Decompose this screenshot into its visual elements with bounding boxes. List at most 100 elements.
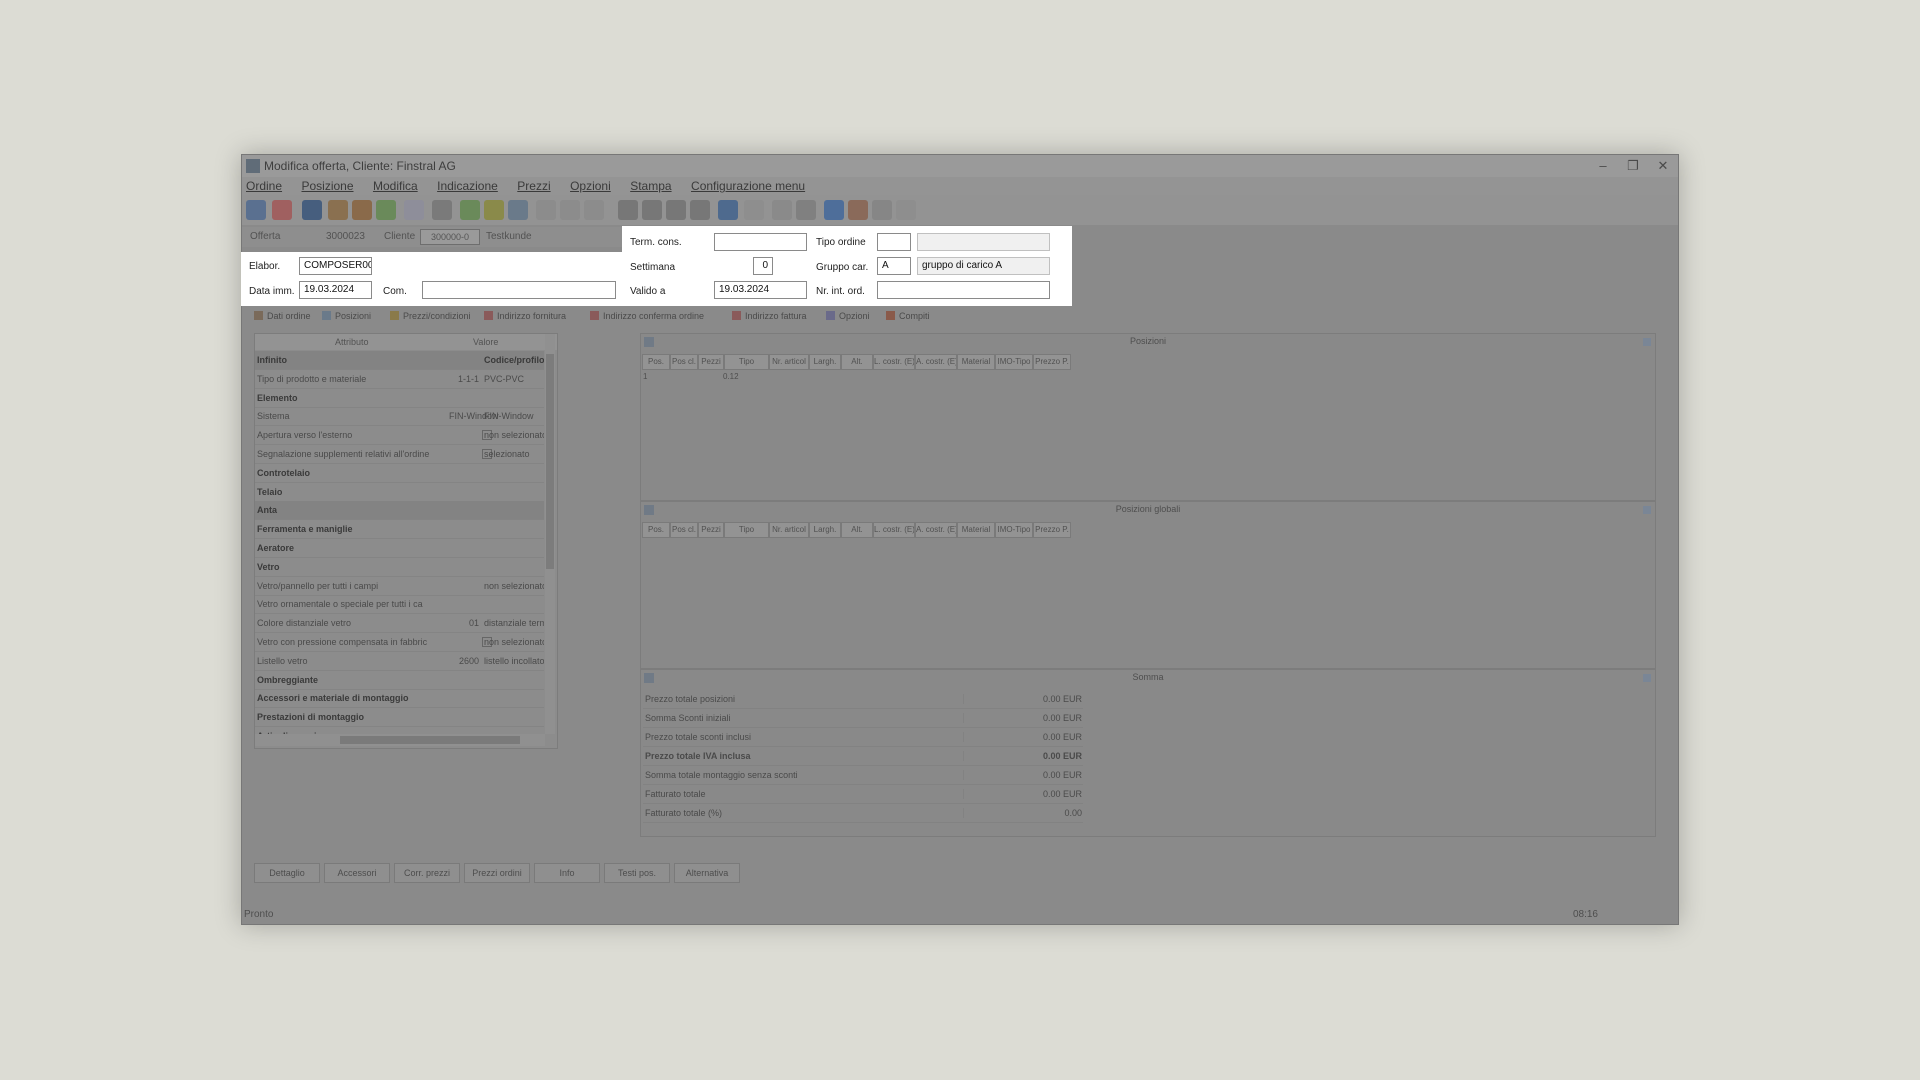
data-imm-field[interactable]: 19.03.2024: [299, 281, 372, 299]
testi-pos-button[interactable]: Testi pos.: [604, 863, 670, 883]
column-header[interactable]: Prezzo P.: [1033, 522, 1071, 538]
tools-icon[interactable]: [872, 200, 892, 220]
column-header[interactable]: Largh.: [809, 354, 841, 370]
column-header[interactable]: L. costr. (E): [873, 354, 915, 370]
column-header[interactable]: Pos.: [642, 354, 670, 370]
attribute-row[interactable]: Sistema FIN-Window FIN-Window: [255, 407, 544, 427]
dettaglio-button[interactable]: Dettaglio: [254, 863, 320, 883]
elabor-field[interactable]: COMPOSER003: [299, 257, 372, 275]
attribute-vscroll[interactable]: [545, 334, 555, 734]
menu-posizione[interactable]: Posizione: [301, 179, 353, 193]
tab-indirizzo-conferma[interactable]: Indirizzo conferma ordine: [590, 311, 704, 321]
attribute-row[interactable]: Colore distanziale vetro 01 distanziale te…: [255, 614, 544, 634]
posizioni-row-pos[interactable]: 1: [643, 372, 647, 381]
column-header[interactable]: Pezzi: [698, 354, 724, 370]
tab-dati-ordine[interactable]: Dati ordine: [254, 311, 311, 321]
column-header[interactable]: Pos cl.: [670, 522, 698, 538]
menu-indicazione[interactable]: Indicazione: [437, 179, 498, 193]
attribute-row[interactable]: Listello vetro 2600 listello incollato Cl: [255, 652, 544, 671]
document-icon[interactable]: [404, 200, 424, 220]
column-header[interactable]: A. costr. (E): [915, 522, 957, 538]
tipo-ordine-code-field[interactable]: [877, 233, 911, 251]
minimize-button[interactable]: –: [1588, 157, 1618, 175]
posizioni-row-tipo[interactable]: 0.12: [723, 372, 739, 381]
book-icon[interactable]: [718, 200, 738, 220]
column-header[interactable]: Material: [957, 522, 995, 538]
attribute-row[interactable]: Telaio: [255, 483, 544, 502]
attribute-row[interactable]: Stampa: [255, 746, 544, 748]
column-header[interactable]: Nr. articol: [769, 354, 809, 370]
delete-icon[interactable]: [272, 200, 292, 220]
refresh-icon[interactable]: [824, 200, 844, 220]
attribute-row[interactable]: Apertura verso l'esterno non selezionato: [255, 426, 544, 446]
cut-icon[interactable]: [536, 200, 556, 220]
column-header[interactable]: Pos.: [642, 522, 670, 538]
tree-icon[interactable]: [460, 200, 480, 220]
attribute-row[interactable]: Ferramenta e maniglie: [255, 520, 544, 540]
preview-icon[interactable]: [666, 200, 686, 220]
column-header[interactable]: Tipo: [724, 354, 769, 370]
attribute-row[interactable]: Tipo di prodotto e materiale 1-1-1 PVC-PVC: [255, 370, 544, 389]
paste-icon[interactable]: [584, 200, 604, 220]
attribute-row[interactable]: Aeratore: [255, 539, 544, 558]
pin-icon[interactable]: [1643, 674, 1651, 682]
column-header[interactable]: L. costr. (E): [873, 522, 915, 538]
attribute-row[interactable]: Vetro/pannello per tutti i campi non sele…: [255, 577, 544, 596]
tab-indirizzo-fattura[interactable]: Indirizzo fattura: [732, 311, 807, 321]
save-icon[interactable]: [302, 200, 322, 220]
attribute-row[interactable]: Elemento: [255, 389, 544, 408]
prezzi-ordini-button[interactable]: Prezzi ordini: [464, 863, 530, 883]
column-header[interactable]: Pezzi: [698, 522, 724, 538]
attribute-row[interactable]: Infinito Codice/profilo finest: [255, 351, 544, 370]
attribute-row[interactable]: Anta: [255, 501, 544, 521]
term-cons-field[interactable]: [714, 233, 807, 251]
print-icon[interactable]: [642, 200, 662, 220]
col-valore[interactable]: Valore: [473, 337, 498, 347]
info-icon[interactable]: [796, 200, 816, 220]
column-header[interactable]: Alt.: [841, 522, 873, 538]
copy-icon[interactable]: [560, 200, 580, 220]
column-header[interactable]: Nr. articol: [769, 522, 809, 538]
column-header[interactable]: Prezzo P.: [1033, 354, 1071, 370]
close-button[interactable]: ✕: [1648, 157, 1678, 175]
column-header[interactable]: Tipo: [724, 522, 769, 538]
contacts-icon[interactable]: [352, 200, 372, 220]
column-header[interactable]: IMO-Tipo: [995, 354, 1033, 370]
customer-icon[interactable]: [328, 200, 348, 220]
undo-icon[interactable]: [772, 200, 792, 220]
corr-prezzi-button[interactable]: Corr. prezzi: [394, 863, 460, 883]
maximize-button[interactable]: ❐: [1618, 157, 1648, 175]
attribute-row[interactable]: Controtelaio: [255, 464, 544, 483]
column-header[interactable]: A. costr. (E): [915, 354, 957, 370]
attribute-row[interactable]: Accessori e materiale di montaggio: [255, 689, 544, 709]
column-header[interactable]: Pos cl.: [670, 354, 698, 370]
attribute-row[interactable]: Segnalazione supplementi relativi all'or…: [255, 445, 544, 464]
menu-stampa[interactable]: Stampa: [630, 179, 671, 193]
tab-prezzi-condizioni[interactable]: Prezzi/condizioni: [390, 311, 471, 321]
attribute-hscroll[interactable]: [255, 734, 545, 746]
list-icon[interactable]: [432, 200, 452, 220]
attribute-row[interactable]: Prestazioni di montaggio: [255, 708, 544, 728]
pin-icon[interactable]: [1643, 506, 1651, 514]
help-icon[interactable]: [896, 200, 916, 220]
column-header[interactable]: Material: [957, 354, 995, 370]
folder-icon[interactable]: [744, 200, 764, 220]
column-header[interactable]: IMO-Tipo: [995, 522, 1033, 538]
menu-prezzi[interactable]: Prezzi: [517, 179, 550, 193]
cliente-number[interactable]: 300000-0: [420, 229, 480, 245]
tab-opzioni[interactable]: Opzioni: [826, 311, 870, 321]
accessori-button[interactable]: Accessori: [324, 863, 390, 883]
calc-icon[interactable]: [618, 200, 638, 220]
pin-icon[interactable]: [1643, 338, 1651, 346]
attribute-row[interactable]: Vetro con pressione compensata in fabbri…: [255, 633, 544, 652]
edit-icon[interactable]: [484, 200, 504, 220]
menu-configurazione[interactable]: Configurazione menu: [691, 179, 805, 193]
column-header[interactable]: Alt.: [841, 354, 873, 370]
com-field[interactable]: [422, 281, 616, 299]
gruppo-car-code-field[interactable]: A: [877, 257, 911, 275]
window-icon[interactable]: [508, 200, 528, 220]
attribute-row[interactable]: Vetro ornamentale o speciale per tutti i…: [255, 595, 544, 615]
recycle-icon[interactable]: [376, 200, 396, 220]
tab-indirizzo-fornitura[interactable]: Indirizzo fornitura: [484, 311, 566, 321]
valido-a-field[interactable]: 19.03.2024: [714, 281, 807, 299]
